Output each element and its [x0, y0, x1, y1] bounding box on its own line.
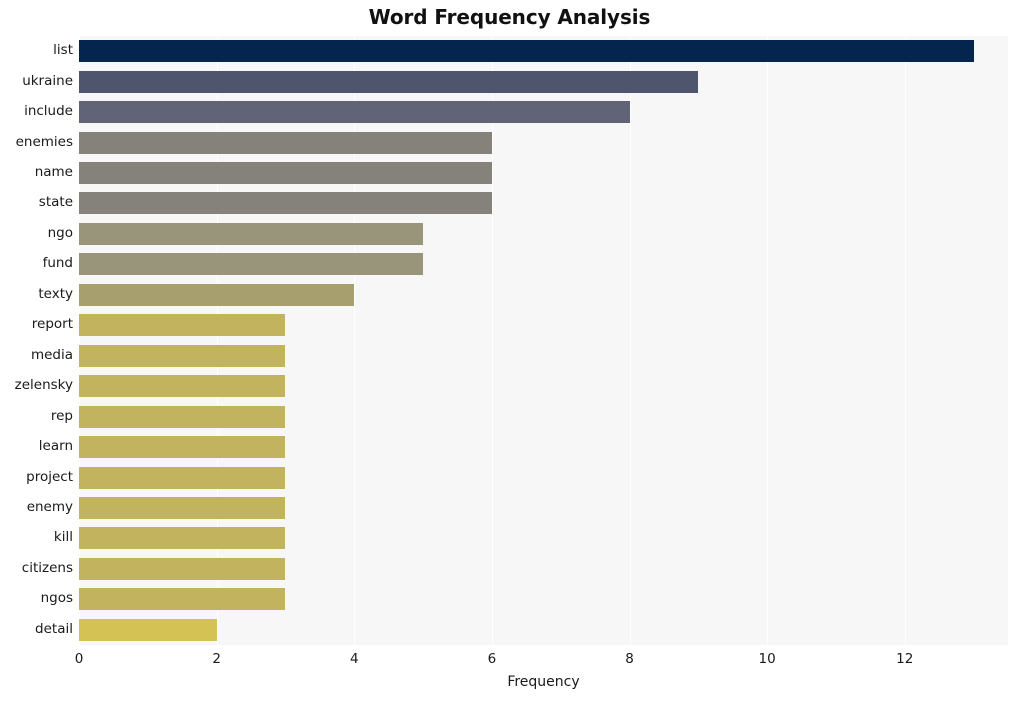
y-tick-label: detail — [35, 620, 73, 637]
y-tick-label: ngo — [47, 224, 73, 241]
x-tick-label: 2 — [212, 651, 221, 667]
bar — [79, 496, 286, 519]
y-tick-label: zelensky — [14, 377, 73, 394]
y-tick-label: name — [34, 164, 73, 181]
y-tick-label: list — [53, 42, 73, 59]
y-tick-label: citizens — [21, 559, 73, 576]
bar — [79, 405, 286, 428]
bar — [79, 314, 286, 337]
y-tick-label: texty — [38, 285, 73, 302]
y-tick-label: ngos — [40, 590, 73, 607]
y-tick-label: include — [24, 103, 73, 120]
chart-title: Word Frequency Analysis — [368, 5, 651, 29]
x-tick-label: 8 — [625, 651, 634, 667]
y-tick-label: enemy — [26, 498, 73, 515]
bar — [79, 70, 699, 93]
y-tick-label: enemies — [15, 133, 73, 150]
x-tick-label: 12 — [896, 651, 914, 667]
bar — [79, 588, 286, 611]
x-axis-tick-labels: 0 2 4 6 8 10 12 — [75, 645, 1008, 673]
bar — [79, 618, 217, 641]
gridline-x-10 — [767, 36, 769, 645]
y-tick-label: fund — [42, 255, 73, 272]
y-tick-label: learn — [38, 438, 73, 455]
bar — [79, 283, 355, 306]
bar — [79, 344, 286, 367]
bar — [79, 131, 492, 154]
y-tick-label: report — [31, 316, 73, 333]
bar — [79, 192, 492, 215]
gridline-x-0 — [79, 36, 80, 645]
x-tick-label: 4 — [349, 651, 359, 667]
gridline-x-12 — [904, 36, 906, 645]
bar — [79, 222, 424, 245]
gridline-x-8 — [629, 36, 631, 645]
y-tick-label: media — [30, 346, 73, 363]
y-tick-label: kill — [53, 529, 73, 546]
chart-figure: Word Frequency Analysis list ukraine inclu… — [0, 0, 1019, 701]
bar — [79, 557, 286, 580]
bar — [79, 466, 286, 489]
x-axis-label: Frequency — [507, 674, 580, 690]
bar — [79, 101, 630, 124]
x-tick-label: 10 — [758, 651, 776, 667]
gridline-x-4 — [354, 36, 356, 645]
y-tick-label: rep — [50, 407, 73, 424]
bar — [79, 436, 286, 459]
y-axis-tick-labels: list ukraine include enemies name state ngo fun… — [0, 36, 73, 645]
x-tick-label: 6 — [487, 651, 497, 667]
plot-area — [79, 36, 1008, 645]
y-tick-label: ukraine — [22, 72, 73, 89]
bar — [79, 527, 286, 550]
x-tick-label: 0 — [74, 651, 84, 667]
gridline-x-2 — [216, 36, 218, 645]
gridline-x-6 — [491, 36, 493, 645]
y-tick-label: project — [26, 468, 73, 485]
bar — [79, 162, 492, 185]
bar — [79, 375, 286, 398]
bar — [79, 253, 424, 276]
y-tick-label: state — [38, 194, 73, 211]
bar — [79, 40, 974, 63]
